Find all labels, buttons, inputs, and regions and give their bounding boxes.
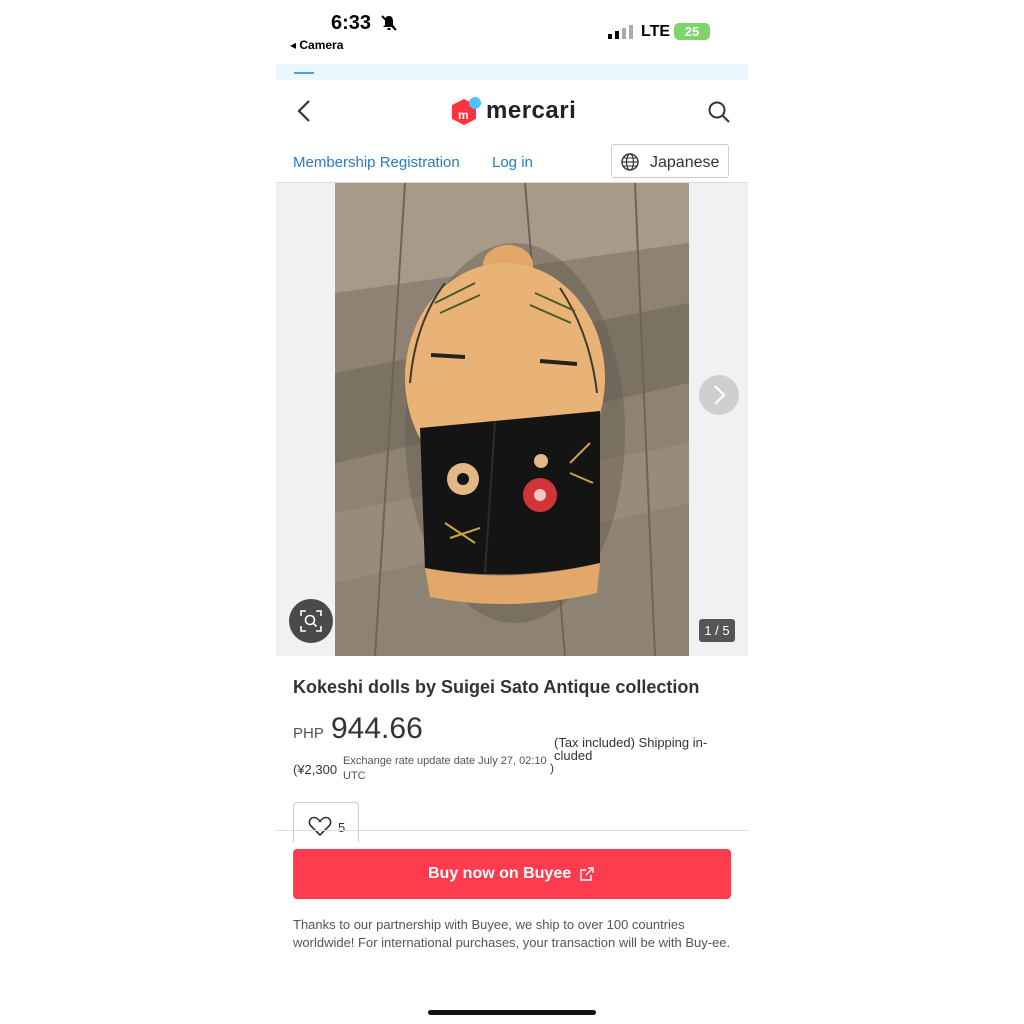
banner-text: · · · · · · · · · · · · · · · · · · · · … <box>396 64 647 70</box>
membership-registration-link[interactable]: Membership Registration <box>293 154 460 171</box>
back-to-camera-link[interactable]: ◂ Camera <box>290 38 343 52</box>
external-link-icon <box>580 867 594 881</box>
bell-muted-icon <box>381 15 397 31</box>
globe-icon <box>621 153 639 171</box>
yen-price-close: ) <box>550 761 554 775</box>
top-banner[interactable]: · · · · · · · · · · · · · · · · · · · · … <box>276 64 748 80</box>
product-title: Kokeshi dolls by Suigei Sato Antique col… <box>293 677 700 697</box>
buy-now-button[interactable]: Buy now on Buyee <box>293 849 731 899</box>
battery-icon: 25 <box>674 23 710 40</box>
network-label: LTE <box>641 23 671 40</box>
product-photo[interactable] <box>335 183 689 656</box>
tax-shipping-note: (Tax included) Shipping in-cluded <box>554 735 708 763</box>
signal-icon <box>608 25 633 39</box>
logo-wordmark[interactable]: mercari <box>486 97 576 125</box>
mercari-logo-icon[interactable]: m <box>450 96 482 128</box>
chevron-right-icon <box>714 385 726 405</box>
partnership-note: Thanks to our partnership with Buyee, we… <box>293 917 731 950</box>
zoom-icon <box>300 610 322 632</box>
next-image-button[interactable] <box>699 375 739 415</box>
svg-text:m: m <box>458 108 469 122</box>
search-icon[interactable] <box>706 99 732 125</box>
like-button[interactable]: 5 <box>293 802 359 842</box>
banner-icon <box>294 64 314 74</box>
zoom-button[interactable] <box>289 599 333 643</box>
buy-now-label: Buy now on Buyee <box>428 865 572 882</box>
back-arrow-icon[interactable] <box>294 98 318 124</box>
home-indicator[interactable] <box>428 1010 596 1015</box>
bottom-bar-divider <box>276 830 748 831</box>
yen-price: (¥2,300 <box>293 762 338 777</box>
status-time: 6:33 <box>331 12 372 34</box>
image-counter: 1 / 5 <box>699 619 735 642</box>
exchange-rate-note: Exchange rate update date July 27, 02:10… <box>343 755 547 782</box>
login-link[interactable]: Log in <box>492 154 533 171</box>
like-count: 5 <box>338 820 346 835</box>
price-currency: PHP <box>293 725 324 742</box>
price-value: 944.66 <box>331 712 423 745</box>
language-label: Japanese <box>650 154 720 171</box>
language-button[interactable]: Japanese <box>611 144 729 178</box>
heart-icon <box>308 816 332 837</box>
